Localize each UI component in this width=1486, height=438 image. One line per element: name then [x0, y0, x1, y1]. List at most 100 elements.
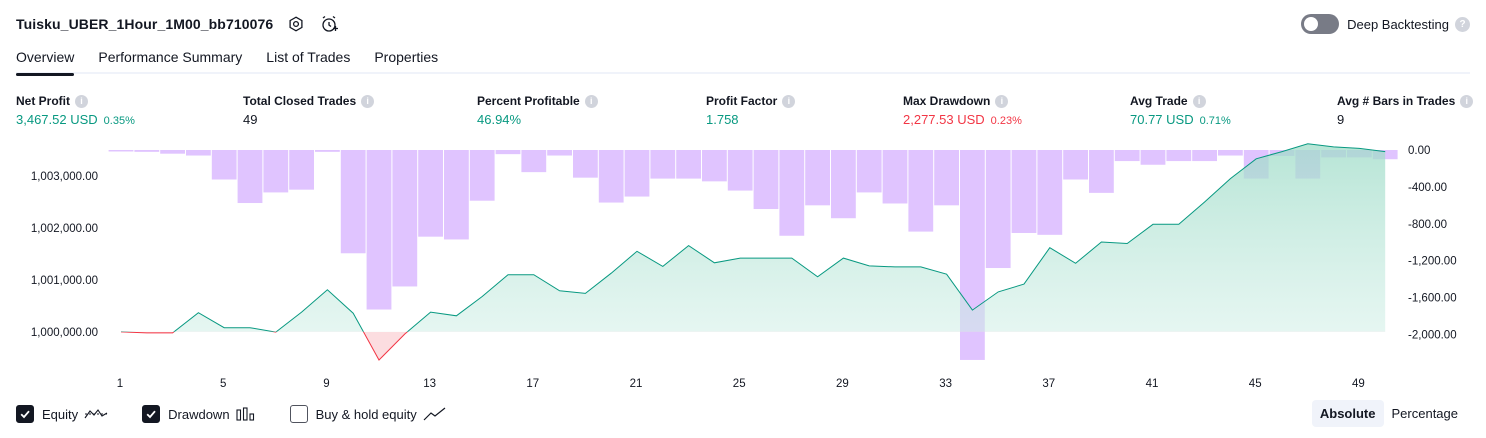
metric-percent: 0.35% — [103, 115, 135, 127]
deep-backtesting-label: Deep Backtesting — [1347, 16, 1449, 32]
right-axis-tick-label: 0.00 — [1408, 145, 1430, 157]
drawdown-bar — [753, 150, 779, 210]
help-icon[interactable]: ? — [1455, 16, 1470, 32]
metric-value: 3,467.52 USD — [16, 112, 98, 127]
info-icon[interactable]: i — [1192, 94, 1206, 108]
drawdown-bar — [108, 150, 134, 152]
metric-value: 1.758 — [706, 112, 739, 127]
chart-legend: Equity Drawdown Buy & hold equity — [16, 404, 481, 424]
drawdown-bar — [1089, 150, 1114, 193]
x-axis-tick-label: 9 — [323, 378, 329, 390]
drawdown-bar — [186, 150, 211, 156]
drawdown-bar — [831, 150, 856, 219]
drawdown-bar — [1166, 150, 1192, 162]
drawdown-bar — [340, 150, 366, 254]
equity-checkbox[interactable] — [16, 405, 34, 423]
drawdown-bar — [495, 150, 521, 155]
drawdown-bar — [1140, 150, 1166, 165]
right-axis-tick-label: -400.00 — [1408, 182, 1447, 194]
right-axis-tick-label: -1,200.00 — [1408, 256, 1457, 268]
drawdown-checkbox[interactable] — [142, 405, 161, 423]
metric-label: Avg Trade — [1130, 94, 1188, 108]
equity-drawdown-chart[interactable]: 1,003,000.00 1,002,000.00 1,001,000.00 1,00… — [0, 140, 1486, 392]
drawdown-bar — [444, 150, 469, 240]
x-axis-tick-label: 21 — [630, 378, 643, 390]
tab-list-of-trades[interactable]: List of Trades — [266, 44, 350, 74]
info-icon[interactable]: i — [782, 94, 796, 108]
right-axis-tick-label: -800.00 — [1408, 219, 1447, 231]
drawdown-bar — [237, 150, 263, 204]
drawdown-bar — [547, 150, 572, 156]
x-axis-tick-label: 29 — [836, 378, 849, 390]
strategy-name: Tuisku_UBER_1Hour_1M00_bb710076 — [16, 16, 274, 32]
drawdown-bar — [1063, 150, 1088, 180]
drawdown-bar — [702, 150, 727, 182]
percentage-button[interactable]: Percentage — [1384, 400, 1467, 427]
buy-hold-checkbox[interactable] — [289, 405, 308, 423]
drawdown-bar — [1192, 150, 1217, 162]
metric-max-drawdown: Max Drawdown i 2,277.53 USD 0.23% — [903, 93, 1022, 128]
deep-backtesting-toggle[interactable] — [1301, 14, 1340, 34]
x-axis-tick-label: 13 — [423, 378, 436, 390]
x-axis-tick-label: 1 — [117, 378, 123, 390]
info-icon[interactable]: i — [1460, 94, 1474, 108]
metric-profit-factor: Profit Factor i 1.758 — [706, 93, 796, 128]
left-axis: 1,003,000.00 1,002,000.00 1,001,000.00 1,00… — [31, 171, 98, 339]
drawdown-bar — [1011, 150, 1037, 233]
legend-equity[interactable]: Equity — [16, 405, 108, 423]
metric-percent: 0.71% — [1199, 115, 1231, 127]
drawdown-bar — [882, 150, 908, 204]
drawdown-bar — [676, 150, 701, 179]
drawdown-bar — [624, 150, 650, 197]
tab-overview[interactable]: Overview — [16, 44, 75, 76]
x-axis-tick-label: 37 — [1042, 378, 1055, 390]
info-icon[interactable]: i — [995, 94, 1009, 108]
tab-performance-summary[interactable]: Performance Summary — [98, 44, 242, 74]
report-tabs: Overview Performance Summary List of Tra… — [16, 44, 1470, 76]
drawdown-bar — [469, 150, 495, 201]
deep-backtesting-control: Deep Backtesting ? — [1301, 12, 1470, 36]
metric-value: 49 — [243, 112, 258, 127]
settings-icon[interactable] — [285, 13, 307, 35]
info-icon[interactable]: i — [75, 94, 88, 108]
metric-percent: 0.23% — [990, 115, 1022, 127]
info-icon[interactable]: i — [361, 94, 375, 108]
drawdown-bars-icon — [236, 407, 256, 421]
drawdown-bar — [727, 150, 753, 191]
info-icon[interactable]: i — [584, 94, 598, 108]
tab-properties[interactable]: Properties — [374, 44, 438, 74]
drawdown-bar — [134, 150, 160, 152]
legend-label: Buy & hold equity — [315, 406, 417, 422]
metric-value: 9 — [1337, 112, 1345, 127]
drawdown-bar — [598, 150, 624, 203]
x-axis-tick-label: 49 — [1352, 378, 1365, 390]
drawdown-bar — [934, 150, 959, 206]
right-axis: 0.00 -400.00 -800.00 -1,200.00 -1,600.00 -2,0… — [1408, 145, 1457, 341]
legend-label: Drawdown — [168, 406, 230, 422]
drawdown-bar — [263, 150, 289, 193]
drawdown-bar — [805, 150, 830, 206]
legend-label: Equity — [42, 406, 79, 422]
metric-label: Net Profit — [16, 94, 70, 108]
metric-value: 70.77 USD — [1130, 112, 1194, 127]
legend-drawdown[interactable]: Drawdown — [142, 405, 255, 423]
drawdown-bar — [160, 150, 185, 154]
left-axis-tick-label: 1,002,000.00 — [31, 223, 98, 235]
x-axis-tick-label: 5 — [220, 378, 226, 390]
x-axis-tick-label: 17 — [526, 378, 539, 390]
buy-hold-line-icon — [423, 407, 447, 421]
drawdown-bar — [856, 150, 882, 193]
legend-buy-hold-equity[interactable]: Buy & hold equity — [289, 405, 447, 423]
drawdown-bar — [650, 150, 676, 179]
drawdown-bar — [392, 150, 418, 287]
strategy-header: Tuisku_UBER_1Hour_1M00_bb710076 — [16, 12, 341, 36]
metric-label: Profit Factor — [706, 94, 778, 108]
metric-value: 46.94% — [477, 112, 522, 127]
add-alert-icon[interactable] — [319, 13, 341, 35]
equity-line-icon — [84, 407, 108, 421]
x-axis-tick-label: 25 — [733, 378, 746, 390]
metric-total-closed-trades: Total Closed Trades i 49 — [243, 93, 375, 128]
absolute-button[interactable]: Absolute — [1311, 400, 1384, 427]
metric-label: Percent Profitable — [477, 94, 580, 108]
drawdown-bar — [1114, 150, 1140, 162]
